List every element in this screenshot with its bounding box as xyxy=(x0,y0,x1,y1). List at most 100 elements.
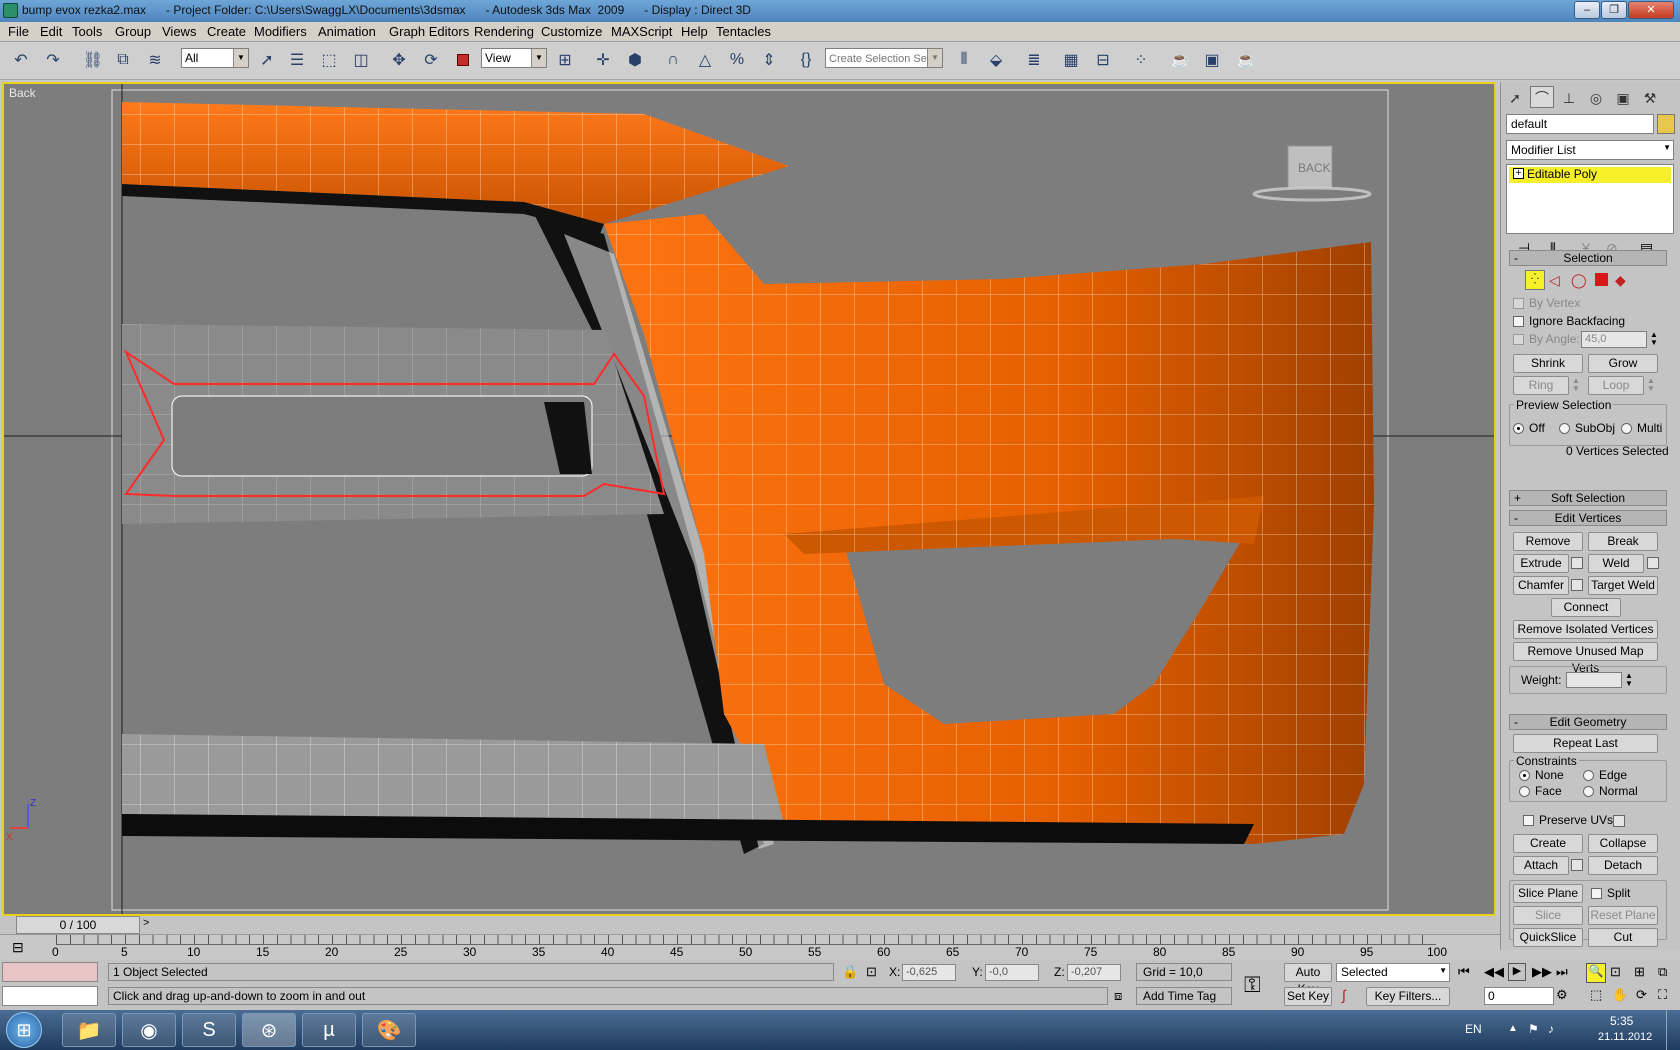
vertex-mode-icon[interactable]: ⁛ xyxy=(1525,270,1545,290)
lock-selection-icon[interactable]: 🔒 xyxy=(842,964,858,980)
menu-animation[interactable]: Animation xyxy=(318,24,376,39)
select-link-icon[interactable]: ⛓ xyxy=(80,47,106,73)
target-weld-button[interactable]: Target Weld xyxy=(1588,576,1658,595)
remove-unused-map-verts-button[interactable]: Remove Unused Map Verts xyxy=(1513,642,1658,675)
menu-group[interactable]: Group xyxy=(115,24,151,39)
layer-manager-icon[interactable]: ≣ xyxy=(1021,47,1047,73)
edge-mode-icon[interactable]: ◁ xyxy=(1549,272,1560,289)
edit-geometry-rollout-header[interactable]: - Edit Geometry xyxy=(1509,714,1667,730)
move-icon[interactable]: ✥ xyxy=(386,47,412,73)
loop-spinner-icon[interactable]: ▲ ▼ xyxy=(1647,377,1655,393)
maxscript-input-mini[interactable] xyxy=(2,986,98,1006)
keyboard-shortcut-icon[interactable]: ⬢ xyxy=(622,47,648,73)
x-coord-input[interactable]: -0,625 xyxy=(902,964,956,981)
windows-start-icon[interactable]: ⊞ xyxy=(6,1012,42,1048)
bind-spacewarp-icon[interactable]: ≋ xyxy=(142,47,168,73)
constraint-face-radio[interactable] xyxy=(1519,786,1530,797)
weld-settings-icon[interactable] xyxy=(1647,557,1659,569)
preserve-uvs-settings-icon[interactable] xyxy=(1613,815,1625,827)
menu-tentacles[interactable]: Tentacles xyxy=(716,24,771,39)
window-crossing-icon[interactable]: ◫ xyxy=(348,47,374,73)
curve-editor-icon[interactable]: ▦ xyxy=(1058,47,1084,73)
minimize-icon[interactable]: – xyxy=(1574,1,1600,19)
rect-selection-icon[interactable]: ⬚ xyxy=(316,47,342,73)
ring-button[interactable]: Ring xyxy=(1513,376,1569,395)
key-filters-button[interactable]: Key Filters... xyxy=(1366,987,1450,1006)
modify-tab-icon[interactable]: ⌒ xyxy=(1530,86,1554,108)
remove-isolated-vertices-button[interactable]: Remove Isolated Vertices xyxy=(1513,620,1658,639)
spinner-snap-icon[interactable]: ⇕ xyxy=(756,47,782,73)
reference-coord-dropdown[interactable]: View ▼ xyxy=(481,48,547,68)
show-desktop-button[interactable] xyxy=(1666,1010,1680,1050)
select-manipulate-icon[interactable]: ✛ xyxy=(590,47,616,73)
play-icon[interactable]: ▶ xyxy=(1508,963,1526,981)
default-tangents-icon[interactable]: ∫ xyxy=(1342,987,1346,1003)
modifier-list-dropdown[interactable]: Modifier List ▼ xyxy=(1506,140,1674,160)
edit-vertices-rollout-header[interactable]: - Edit Vertices xyxy=(1509,510,1667,526)
tray-volume-icon[interactable]: ♪ xyxy=(1548,1022,1554,1036)
time-slider-thumb[interactable]: 0 / 100 xyxy=(16,916,140,934)
selection-filter-dropdown[interactable]: All ▼ xyxy=(181,48,249,68)
menu-help[interactable]: Help xyxy=(681,24,708,39)
skype-icon[interactable]: S xyxy=(182,1013,236,1047)
zoom-icon[interactable]: 🔍 xyxy=(1586,963,1606,983)
menu-rendering[interactable]: Rendering xyxy=(474,24,534,39)
border-mode-icon[interactable]: ◯ xyxy=(1571,272,1587,289)
rendered-frame-icon[interactable]: ▣ xyxy=(1199,47,1225,73)
hierarchy-tab-icon[interactable]: ⊥ xyxy=(1557,86,1581,108)
material-editor-icon[interactable]: ⁘ xyxy=(1128,47,1154,73)
pivot-icon[interactable]: ⊞ xyxy=(552,47,578,73)
time-slider[interactable]: 0 / 100 > xyxy=(0,916,1500,934)
angle-value-input[interactable]: 45,0 xyxy=(1581,331,1647,348)
constraint-normal-radio[interactable] xyxy=(1583,786,1594,797)
curve-editor-mini-icon[interactable]: ⊟ xyxy=(12,939,24,956)
attach-button[interactable]: Attach xyxy=(1513,856,1569,875)
auto-key-button[interactable]: Auto Key xyxy=(1284,963,1332,996)
break-button[interactable]: Break xyxy=(1588,532,1658,551)
weld-button[interactable]: Weld xyxy=(1588,554,1644,573)
object-name-input[interactable]: default xyxy=(1506,114,1654,134)
maxscript-listener-mini[interactable] xyxy=(2,962,98,982)
expand-icon[interactable]: + xyxy=(1513,168,1524,179)
z-coord-input[interactable]: -0,207 xyxy=(1067,964,1121,981)
slice-plane-button[interactable]: Slice Plane xyxy=(1513,884,1583,903)
language-indicator[interactable]: EN xyxy=(1465,1022,1482,1036)
viewport-back[interactable]: Back BACK Z X xyxy=(2,82,1496,916)
menu-graph-editors[interactable]: Graph Editors xyxy=(389,24,469,39)
undo-icon[interactable]: ↶ xyxy=(8,47,34,73)
schematic-view-icon[interactable]: ⊟ xyxy=(1090,47,1116,73)
menu-modifiers[interactable]: Modifiers xyxy=(254,24,307,39)
extrude-button[interactable]: Extrude xyxy=(1513,554,1569,573)
motion-tab-icon[interactable]: ◎ xyxy=(1584,86,1608,108)
chamfer-settings-icon[interactable] xyxy=(1571,579,1583,591)
zoom-region-icon[interactable]: ⬚ xyxy=(1590,987,1602,1003)
edit-named-selection-icon[interactable]: {} xyxy=(793,47,819,73)
collapse-button[interactable]: Collapse xyxy=(1588,834,1658,853)
ignore-backfacing-checkbox[interactable] xyxy=(1513,316,1524,327)
connect-button[interactable]: Connect xyxy=(1551,598,1621,617)
viewcube-label[interactable]: BACK xyxy=(1298,161,1331,175)
align-icon[interactable]: ⬙ xyxy=(983,47,1009,73)
utorrent-icon[interactable]: µ xyxy=(302,1013,356,1047)
angle-snap-icon[interactable]: △ xyxy=(692,47,718,73)
next-frame-arrow-icon[interactable]: > xyxy=(143,917,149,929)
time-tag-icon[interactable]: ⧈ xyxy=(1114,988,1122,1004)
shrink-button[interactable]: Shrink xyxy=(1513,354,1583,373)
menu-edit[interactable]: Edit xyxy=(40,24,62,39)
unlink-icon[interactable]: ⧉ xyxy=(110,47,136,73)
3dsmax-icon[interactable]: ⊛ xyxy=(242,1013,296,1047)
object-color-swatch[interactable] xyxy=(1657,114,1675,134)
preserve-uvs-checkbox[interactable] xyxy=(1523,815,1534,826)
menu-views[interactable]: Views xyxy=(162,24,196,39)
clock-time[interactable]: 5:35 xyxy=(1610,1014,1633,1028)
clock-date[interactable]: 21.11.2012 xyxy=(1598,1031,1652,1043)
render-teapot-icon[interactable]: ☕ xyxy=(1233,47,1259,73)
menu-tools[interactable]: Tools xyxy=(72,24,102,39)
key-mode-dropdown[interactable]: Selected ▼ xyxy=(1336,963,1450,982)
by-angle-checkbox[interactable] xyxy=(1513,334,1524,345)
restore-icon[interactable]: ❐ xyxy=(1601,1,1627,19)
weight-spinner-icon[interactable]: ▲ ▼ xyxy=(1625,672,1633,688)
orbit-icon[interactable]: ⟳ xyxy=(1636,987,1647,1003)
maximize-viewport-icon[interactable]: ⛶ xyxy=(1658,987,1667,1003)
tray-flag-icon[interactable]: ⚑ xyxy=(1528,1022,1539,1036)
